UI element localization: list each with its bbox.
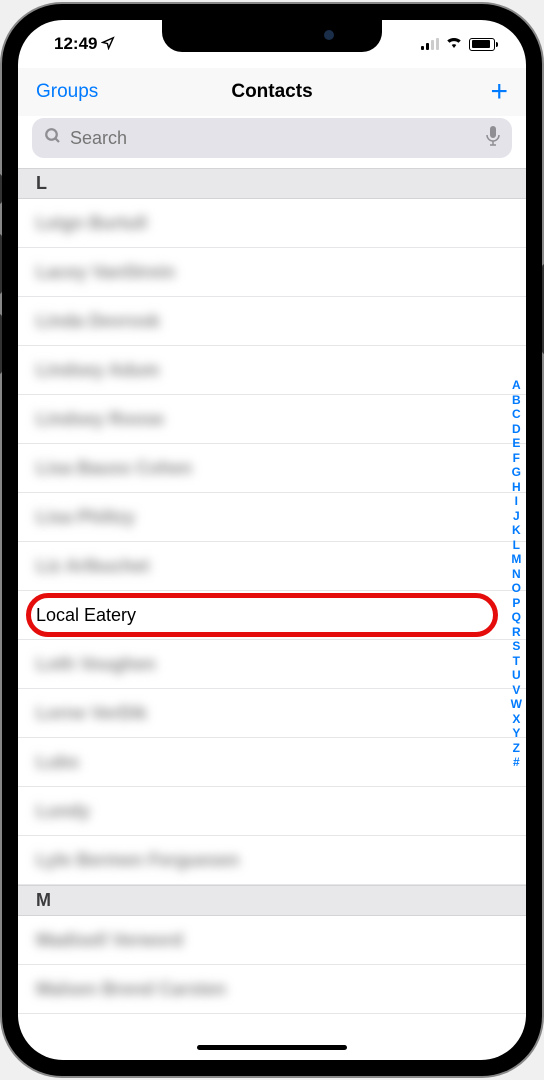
index-letter[interactable]: K [511, 523, 522, 538]
index-letter[interactable]: V [511, 683, 522, 698]
contact-name: Lacey VanStrein [36, 262, 175, 283]
contact-name: Lisa Bauss Cohen [36, 458, 192, 479]
contact-row[interactable]: Lyle Bermen Ferguesen [18, 836, 526, 885]
contact-row[interactable]: Lindsey Roose [18, 395, 526, 444]
contact-row[interactable]: Liz Arlbuchet [18, 542, 526, 591]
silent-switch [0, 174, 2, 204]
notch [162, 20, 382, 52]
contact-name: Liz Arlbuchet [36, 556, 149, 577]
contact-row-highlighted[interactable]: Local Eatery [18, 591, 526, 640]
contact-row[interactable]: Loth Voughen [18, 640, 526, 689]
contact-name: Malsen Brend Carsten [36, 979, 226, 1000]
contact-name: Lindsey Roose [36, 409, 164, 430]
index-letter[interactable]: # [511, 755, 522, 770]
section-header: L [18, 168, 526, 199]
index-letter[interactable]: X [511, 712, 522, 727]
contact-row[interactable]: Linda Devrosk [18, 297, 526, 346]
index-letter[interactable]: E [511, 436, 522, 451]
index-letter[interactable]: T [511, 654, 522, 669]
index-letter[interactable]: S [511, 639, 522, 654]
contact-name: Local Eatery [36, 605, 136, 626]
wifi-icon [445, 34, 463, 54]
contact-row[interactable]: Lisa Philtzy [18, 493, 526, 542]
cellular-signal-icon [421, 38, 439, 50]
index-letter[interactable]: A [511, 378, 522, 393]
contact-name: Leign Burtull [36, 213, 147, 234]
contact-name: Lyle Bermen Ferguesen [36, 850, 239, 871]
contact-name: Loth Voughen [36, 654, 156, 675]
contact-row[interactable]: Madisell Verword [18, 916, 526, 965]
screen: 12:49 Groups Conta [18, 20, 526, 1060]
index-letter[interactable]: M [511, 552, 522, 567]
phone-frame: 12:49 Groups Conta [2, 4, 542, 1076]
index-letter[interactable]: D [511, 422, 522, 437]
contact-name: Madisell Verword [36, 930, 183, 951]
contact-row[interactable]: Malsen Brend Carsten [18, 965, 526, 1014]
contact-name: Lindsey Adum [36, 360, 159, 381]
contact-name: Lubs [36, 752, 79, 773]
contact-row[interactable]: Lubs [18, 738, 526, 787]
contact-list[interactable]: L Leign Burtull Lacey VanStrein Linda Devro… [18, 168, 526, 1014]
index-letter[interactable]: N [511, 567, 522, 582]
home-indicator[interactable] [197, 1045, 347, 1050]
index-letter[interactable]: L [511, 538, 522, 553]
alphabet-index[interactable]: ABCDEFGHIJKLMNOPQRSTUVWXYZ# [511, 378, 522, 770]
volume-down-button [0, 314, 2, 374]
contact-row[interactable]: Lorne VerDik [18, 689, 526, 738]
add-contact-button[interactable]: + [490, 77, 508, 107]
contact-name: Lisa Philtzy [36, 507, 135, 528]
contact-name: Linda Devrosk [36, 311, 160, 332]
volume-up-button [0, 234, 2, 294]
contact-row[interactable]: Lisa Bauss Cohen [18, 444, 526, 493]
index-letter[interactable]: J [511, 509, 522, 524]
search-icon [44, 127, 62, 150]
microphone-icon[interactable] [486, 126, 500, 151]
battery-icon [469, 38, 498, 51]
contact-row[interactable]: Leign Burtull [18, 199, 526, 248]
index-letter[interactable]: P [511, 596, 522, 611]
contact-name: Lundy [36, 801, 90, 822]
index-letter[interactable]: W [511, 697, 522, 712]
index-letter[interactable]: U [511, 668, 522, 683]
index-letter[interactable]: Y [511, 726, 522, 741]
index-letter[interactable]: R [511, 625, 522, 640]
index-letter[interactable]: G [511, 465, 522, 480]
index-letter[interactable]: F [511, 451, 522, 466]
section-header: M [18, 885, 526, 916]
index-letter[interactable]: B [511, 393, 522, 408]
contact-row[interactable]: Lindsey Adum [18, 346, 526, 395]
nav-bar: Groups Contacts + [18, 68, 526, 116]
location-icon [101, 36, 115, 53]
index-letter[interactable]: I [511, 494, 522, 509]
search-bar[interactable] [32, 118, 512, 158]
contact-name: Lorne VerDik [36, 703, 147, 724]
groups-button[interactable]: Groups [36, 81, 98, 103]
index-letter[interactable]: Q [511, 610, 522, 625]
index-letter[interactable]: O [511, 581, 522, 596]
status-time: 12:49 [54, 34, 97, 54]
index-letter[interactable]: Z [511, 741, 522, 756]
index-letter[interactable]: H [511, 480, 522, 495]
search-input[interactable] [70, 128, 478, 149]
contact-row[interactable]: Lacey VanStrein [18, 248, 526, 297]
index-letter[interactable]: C [511, 407, 522, 422]
contact-row[interactable]: Lundy [18, 787, 526, 836]
